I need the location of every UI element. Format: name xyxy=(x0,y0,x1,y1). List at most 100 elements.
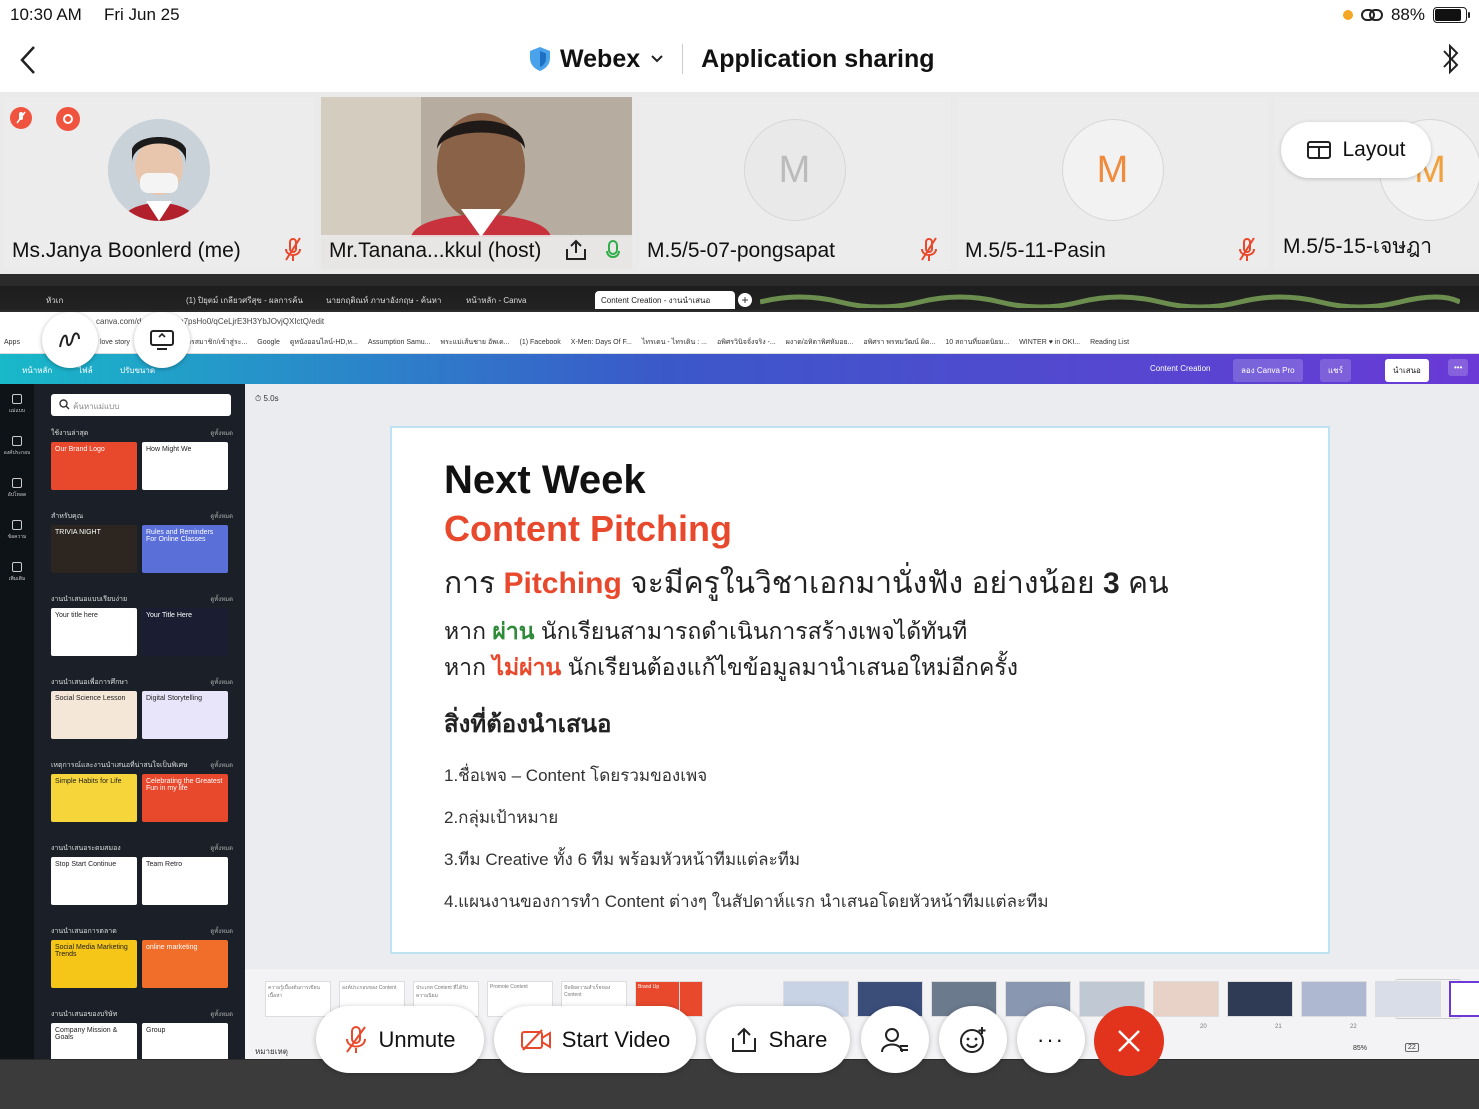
template-card[interactable]: Group xyxy=(142,1023,228,1059)
sidebar-item[interactable]: แม่แบบ xyxy=(0,394,34,415)
page-thumbnail[interactable] xyxy=(1375,981,1441,1017)
url-text[interactable]: canva.com/design/DAEn7psHo0/qCeLjrE3H3Yb… xyxy=(96,317,324,326)
template-card[interactable]: Your Title Here xyxy=(142,608,228,656)
participant-tile-pasin[interactable]: M M.5/5-11-Pasin xyxy=(957,97,1268,269)
new-tab-icon[interactable]: + xyxy=(738,293,752,307)
bookmark-item[interactable]: Google xyxy=(257,339,280,346)
more-options-button[interactable]: ··· xyxy=(1017,1006,1085,1073)
see-all-link[interactable]: ดูทั้งหมด xyxy=(210,926,233,936)
bookmark-item[interactable]: ผงาด/อหิดาพิศหัมอย... xyxy=(786,337,854,348)
browser-tab-active[interactable]: Content Creation - งานนำเสนอ xyxy=(595,291,735,309)
more-icon[interactable]: ••• xyxy=(1448,359,1469,376)
battery-fill xyxy=(1435,9,1462,21)
bookmark-item[interactable]: Assumption Samu... xyxy=(368,339,431,346)
page-thumbnail[interactable] xyxy=(1449,981,1479,1017)
browser-tab[interactable]: หน้าหลัก - Canva xyxy=(460,291,590,309)
annotate-button[interactable] xyxy=(42,312,98,368)
sidebar-item[interactable]: ข้อความ xyxy=(0,520,34,541)
search-input[interactable]: ค้นหาแม่แบบ xyxy=(51,394,231,416)
menu-home[interactable]: หน้าหลัก xyxy=(22,364,52,377)
start-video-button[interactable]: Start Video xyxy=(494,1006,696,1073)
canva-sidebar: แม่แบบองค์ประกอบอัปโหลดข้อความเพิ่มเติม xyxy=(0,384,34,1059)
page-thumbnail[interactable] xyxy=(1153,981,1219,1017)
bookmark-item[interactable]: Reading List xyxy=(1090,339,1129,346)
screen-share-button[interactable] xyxy=(134,312,190,368)
see-all-link[interactable]: ดูทั้งหมด xyxy=(210,677,233,687)
slide-canvas[interactable]: Next Week Content Pitching การ Pitching … xyxy=(390,426,1330,954)
bookmark-item[interactable]: WINTER ♥ in OKI... xyxy=(1019,339,1080,346)
see-all-link[interactable]: ดูทั้งหมด xyxy=(210,760,233,770)
browser-tab[interactable]: นายกฤติณห์ ภาษาอังกฤษ - ค้นหา xyxy=(320,291,455,309)
bookmark-item[interactable]: ไทรเดน - ไทรเดิน : ... xyxy=(642,337,707,348)
sidebar-item-label: ข้อความ xyxy=(7,534,27,540)
chevron-down-icon[interactable] xyxy=(650,54,664,64)
share-button[interactable]: Share xyxy=(706,1006,850,1073)
participant-tile-me[interactable]: Ms.Janya Boonlerd (me) xyxy=(4,97,314,269)
see-all-link[interactable]: ดูทั้งหมด xyxy=(210,511,233,521)
sidebar-item[interactable]: องค์ประกอบ xyxy=(0,436,34,457)
app-name[interactable]: Webex xyxy=(560,45,640,74)
template-card[interactable]: How Might We xyxy=(142,442,228,490)
layout-button[interactable]: Layout xyxy=(1281,122,1431,178)
bookmark-item[interactable]: X-Men: Days Of F... xyxy=(571,339,632,346)
document-title[interactable]: Content Creation xyxy=(1150,364,1210,373)
bookmark-item[interactable]: love story xyxy=(100,339,130,346)
page-thumbnail[interactable]: ความรู้เบื้องต้นการเขียนเนื้อหา xyxy=(265,981,331,1017)
search-icon xyxy=(59,399,70,410)
see-all-link[interactable]: ดูทั้งหมด xyxy=(210,428,233,438)
participant-tile-pongsapat[interactable]: M M.5/5-07-pongsapat xyxy=(639,97,950,269)
page-number: 22 xyxy=(1350,1024,1357,1030)
sidebar-item[interactable]: อัปโหลด xyxy=(0,478,34,499)
template-card[interactable]: Rules and Reminders For Online Classes xyxy=(142,525,228,573)
unmute-button[interactable]: Unmute xyxy=(316,1006,484,1073)
template-card[interactable]: Our Brand Logo xyxy=(51,442,137,490)
template-card[interactable]: TRIVIA NIGHT xyxy=(51,525,137,573)
page-thumbnail[interactable] xyxy=(1301,981,1367,1017)
unmute-label: Unmute xyxy=(378,1026,456,1052)
bookmark-item[interactable]: อพิศรา พรหมวัฒน์ ผิด... xyxy=(863,337,935,348)
sidebar-item[interactable]: เพิ่มเติม xyxy=(0,562,34,583)
end-call-button[interactable] xyxy=(1094,1006,1164,1076)
template-card[interactable]: Team Retro xyxy=(142,857,228,905)
bookmark-item[interactable]: Apps xyxy=(4,339,20,346)
back-icon[interactable] xyxy=(14,42,42,78)
browser-tab[interactable]: (1) ปิยุตม์ เกลียวศรีสุข - ผลการค้น xyxy=(180,291,315,309)
template-card[interactable]: online marketing xyxy=(142,940,228,988)
reactions-button[interactable] xyxy=(939,1006,1007,1073)
menu-resize[interactable]: ปรับขนาด xyxy=(120,364,155,377)
bookmark-item[interactable]: พระแม่เส้นชาย อัพเด... xyxy=(441,337,510,348)
present-button[interactable]: นำเสนอ xyxy=(1385,359,1429,382)
bluetooth-icon[interactable] xyxy=(1441,42,1461,81)
notes-button[interactable]: หมายเหตุ xyxy=(255,1045,288,1058)
bookmark-item[interactable]: (1) Facebook xyxy=(520,339,561,346)
bookmark-item[interactable]: 10 สถานที่ยอดนิยม... xyxy=(945,337,1009,348)
see-all-link[interactable]: ดูทั้งหมด xyxy=(210,594,233,604)
participants-button[interactable] xyxy=(861,1006,929,1073)
template-card[interactable]: Social Media Marketing Trends xyxy=(51,940,137,988)
page-thumbnail[interactable] xyxy=(1227,981,1293,1017)
share-button[interactable]: แชร์ xyxy=(1320,359,1351,382)
template-card[interactable]: Celebrating the Greatest Fun in my life xyxy=(142,774,228,822)
participants-icon xyxy=(881,1027,908,1052)
see-all-link[interactable]: ดูทั้งหมด xyxy=(210,843,233,853)
zoom-level[interactable]: 85% xyxy=(1353,1045,1367,1052)
page-thumbnail[interactable] xyxy=(679,981,703,1017)
browser-tab[interactable]: หัวเก xyxy=(40,291,175,309)
template-card[interactable]: Company Mission & Goals xyxy=(51,1023,137,1059)
bookmark-item[interactable]: อพิศรวินิจจั่งจริง -... xyxy=(717,337,776,348)
timer-label[interactable]: ⏱ 5.0s xyxy=(255,394,279,404)
template-card[interactable]: Social Science Lesson xyxy=(51,691,137,739)
template-card[interactable]: Simple Habits for Life xyxy=(51,774,137,822)
highlight-number: 3 xyxy=(1102,567,1120,600)
participant-tile-host[interactable]: Mr.Tanana...kkul (host) xyxy=(321,97,632,269)
try-pro-button[interactable]: ลอง Canva Pro xyxy=(1233,359,1303,382)
template-card[interactable]: Your title here xyxy=(51,608,137,656)
start-video-label: Start Video xyxy=(561,1026,671,1052)
webex-shield-icon xyxy=(530,47,550,71)
template-section-title: งานนำเสนอระดมสมอง xyxy=(51,845,121,852)
template-card[interactable]: Stop Start Continue xyxy=(51,857,137,905)
page-count[interactable]: 22 xyxy=(1405,1043,1419,1052)
see-all-link[interactable]: ดูทั้งหมด xyxy=(210,1009,233,1019)
bookmark-item[interactable]: ดูหนังออนไลน์-HD,ห... xyxy=(290,337,358,348)
template-card[interactable]: Digital Storytelling xyxy=(142,691,228,739)
